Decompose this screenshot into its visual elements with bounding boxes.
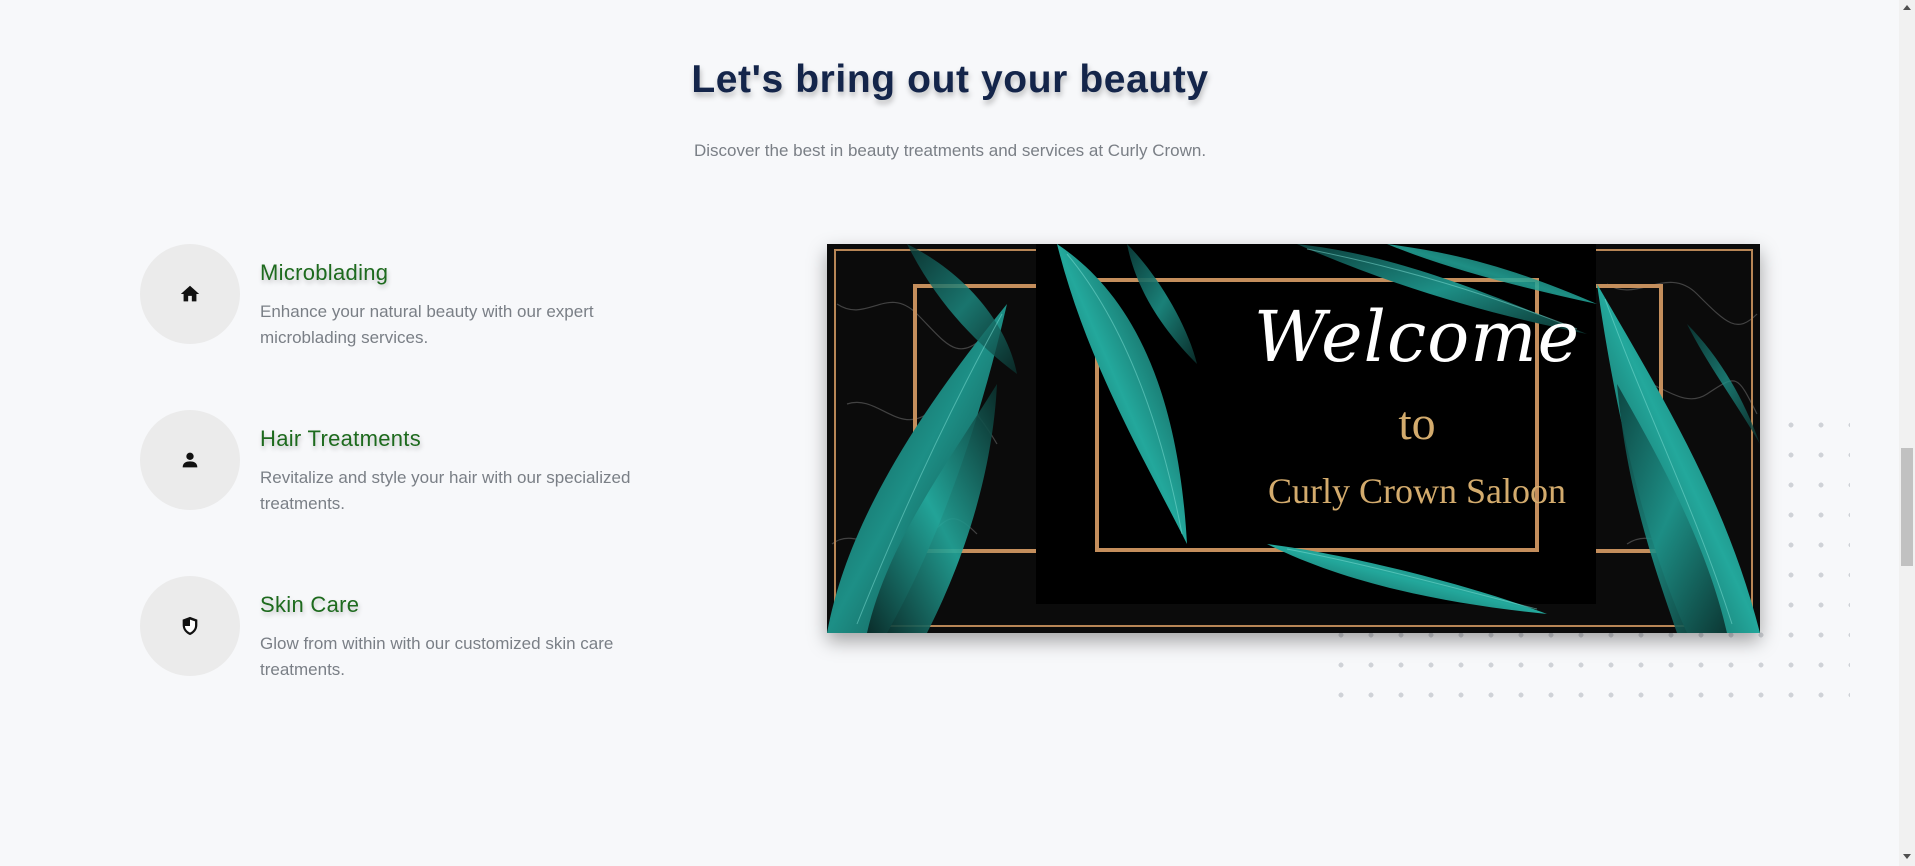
shield-icon — [182, 616, 198, 636]
feature-title: Microblading — [260, 260, 389, 285]
page-subtitle: Discover the best in beauty treatments a… — [693, 141, 1207, 160]
feature-description: Revitalize and style your hair with our … — [260, 468, 631, 513]
feature-icon-circle — [140, 244, 240, 344]
scroll-down-arrow-icon[interactable] — [1903, 854, 1911, 859]
page: Let's bring out your beauty Discover the… — [0, 0, 1915, 866]
feature-title: Skin Care — [260, 592, 360, 617]
feature-icon-circle — [140, 576, 240, 676]
feature-description: Glow from within with our customized ski… — [260, 634, 614, 679]
banner-salon-name: Curly Crown Saloon — [1267, 471, 1566, 511]
feature-microblading: Microblading Enhance your natural beauty… — [140, 244, 700, 354]
banner-to-text: to — [1398, 397, 1436, 450]
feature-description: Enhance your natural beauty with our exp… — [260, 302, 594, 347]
feature-hair-treatments: Hair Treatments Revitalize and style you… — [140, 410, 700, 520]
page-title: Let's bring out your beauty — [691, 58, 1209, 101]
page-scrollbar[interactable] — [1899, 0, 1915, 866]
scroll-up-arrow-icon[interactable] — [1903, 5, 1911, 10]
home-icon — [180, 285, 200, 302]
feature-title: Hair Treatments — [260, 426, 421, 451]
banner-welcome-text: Welcome — [1253, 296, 1581, 378]
welcome-banner-image: Welcome to Curly Crown Saloon — [827, 244, 1760, 633]
person-icon — [182, 452, 198, 468]
feature-icon-circle — [140, 410, 240, 510]
scrollbar-thumb[interactable] — [1901, 448, 1913, 566]
feature-skin-care: Skin Care Glow from within with our cust… — [140, 576, 700, 686]
